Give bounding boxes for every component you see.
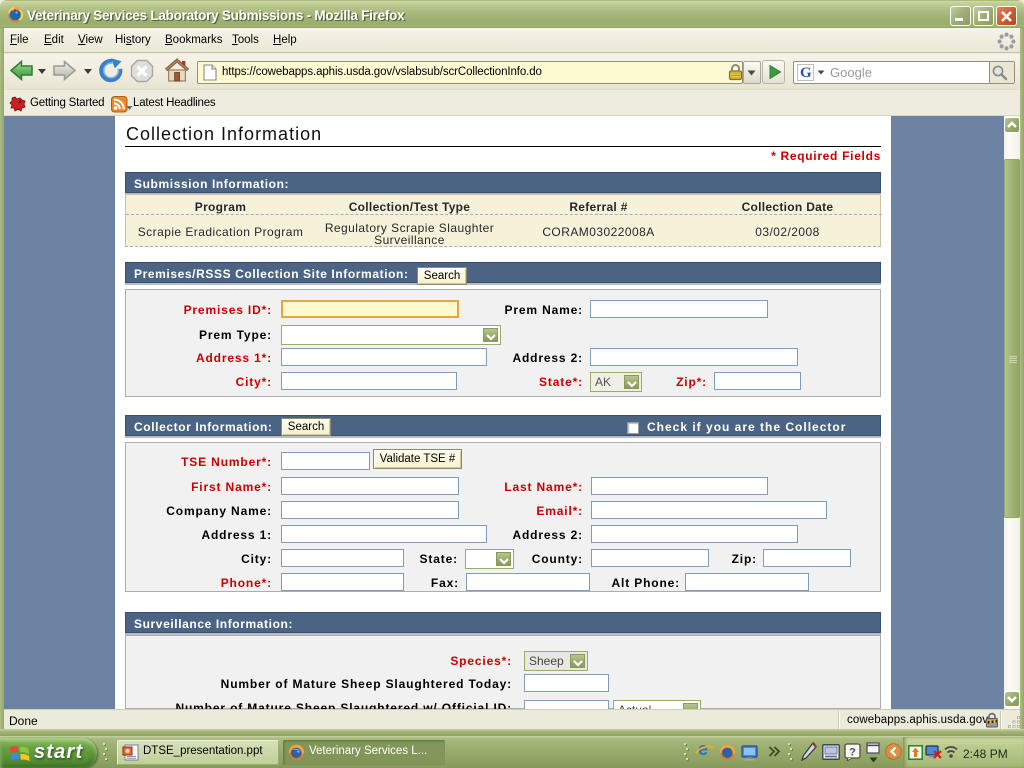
svg-text:?: ?: [849, 747, 856, 759]
